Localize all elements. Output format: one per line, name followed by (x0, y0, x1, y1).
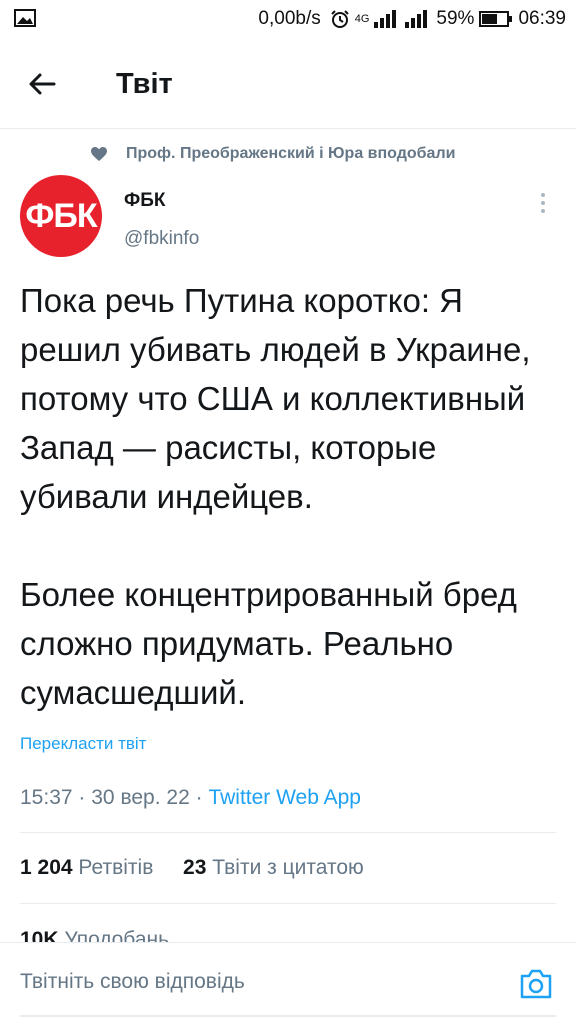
more-options-icon[interactable] (530, 188, 556, 218)
quotes-stat[interactable]: 23 Твіти з цитатою (183, 856, 364, 879)
quotes-count: 23 (183, 856, 207, 879)
battery-percent: 59% (436, 8, 475, 29)
page-title: Твіт (116, 68, 173, 100)
divider (20, 832, 556, 833)
signal-label: 4G (354, 13, 370, 25)
divider (20, 903, 556, 904)
retweets-stat[interactable]: 1 204 Ретвітів (20, 856, 159, 879)
header: Твіт (0, 38, 576, 129)
reply-input[interactable]: Твітніть свою відповідь (20, 957, 490, 1007)
author-handle[interactable]: @fbkinfo (124, 228, 199, 250)
tweet-date: 30 вер. 22 (91, 786, 190, 809)
meta-separator: · (78, 786, 86, 809)
reply-underline (20, 1015, 556, 1017)
retweets-label: Ретвітів (78, 856, 154, 879)
arrow-left-icon[interactable] (22, 64, 62, 104)
signal-icon (374, 10, 397, 28)
status-time: 06:39 (518, 8, 566, 29)
tweet-meta: 15:37 · 30 вер. 22 · Twitter Web App (20, 786, 361, 810)
author-name[interactable]: ФБК (124, 190, 165, 212)
tweet-source-link[interactable]: Twitter Web App (208, 786, 361, 809)
avatar[interactable]: ФБК (20, 175, 102, 257)
tweet-text: Пока речь Путина коротко: Я решил убиват… (20, 282, 531, 711)
tweet-time: 15:37 (20, 786, 73, 809)
signal-icon-2 (405, 10, 428, 28)
likes-label: Уподобань (64, 928, 170, 942)
net-speed: 0,00b/s (258, 8, 321, 29)
social-context-text: Проф. Преображенский і Юра вподобали (126, 145, 456, 162)
battery-icon (479, 11, 513, 27)
likes-count: 10K (20, 928, 59, 942)
image-notification-icon (14, 9, 36, 27)
translate-tweet-link[interactable]: Перекласти твіт (20, 734, 146, 754)
status-right: 0,00b/s 4G 59% 06:39 (258, 8, 566, 30)
heart-icon (91, 147, 107, 161)
camera-icon[interactable] (518, 967, 554, 1001)
quotes-label: Твіти з цитатою (212, 856, 364, 879)
avatar-text: ФБК (25, 196, 97, 235)
meta-separator: · (195, 786, 203, 809)
status-bar: 0,00b/s 4G 59% 06:39 (0, 0, 576, 38)
social-context[interactable]: Проф. Преображенский і Юра вподобали (90, 145, 455, 163)
alarm-icon (331, 10, 349, 28)
retweets-count: 1 204 (20, 856, 73, 879)
reply-bar: Твітніть свою відповідь (0, 942, 576, 1025)
likes-stat[interactable]: 10K Уподобань (20, 928, 169, 942)
tweet-stats: 1 204 Ретвітів 23 Твіти з цитатою (20, 856, 364, 880)
